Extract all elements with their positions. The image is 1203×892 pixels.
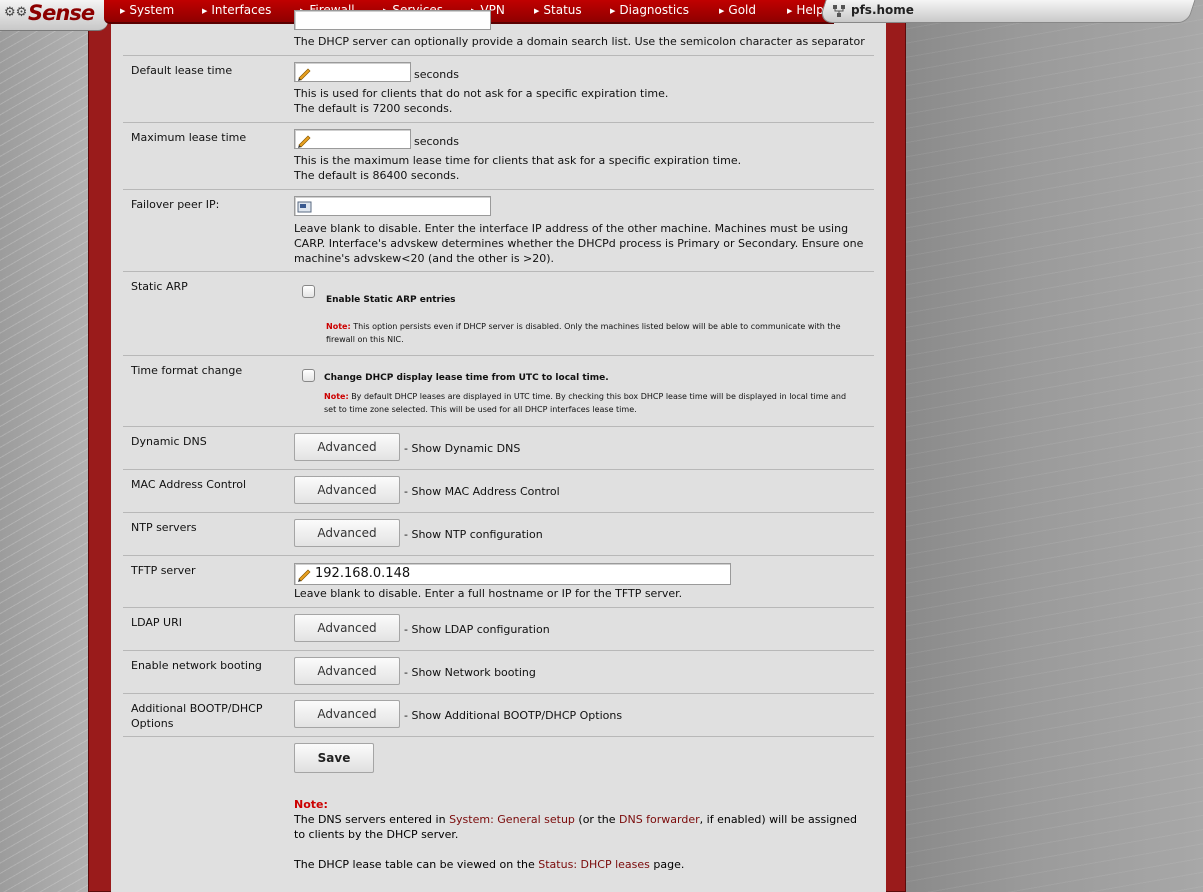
hostname: pfs.home: [851, 3, 914, 17]
bootp-row: Additional BOOTP/DHCP Options Advanced -…: [123, 694, 874, 737]
mac-control-advanced-button[interactable]: Advanced: [294, 476, 400, 504]
menu-status[interactable]: ▶ Status: [534, 3, 582, 17]
max-lease-unit: seconds: [414, 135, 459, 148]
max-lease-help2: The default is 86400 seconds.: [294, 169, 460, 182]
max-lease-help1: This is the maximum lease time for clien…: [294, 154, 742, 167]
logo-icon: ⚙⚙: [4, 5, 28, 20]
dns-forwarder-link[interactable]: DNS forwarder: [619, 813, 700, 826]
dynamic-dns-desc: - Show Dynamic DNS: [404, 442, 521, 455]
caret-right-icon: ▶: [719, 7, 725, 15]
mac-control-label: MAC Address Control: [131, 478, 247, 491]
static-arp-note-text2: firewall on this NIC.: [326, 335, 404, 344]
pencil-icon: [298, 135, 311, 148]
default-lease-row: Default lease time seconds This is used …: [123, 56, 874, 123]
footer-note-prefix: Note:: [294, 798, 328, 811]
default-lease-input[interactable]: [294, 62, 411, 82]
menu-interfaces[interactable]: ▶ Interfaces: [202, 3, 271, 17]
dhcp-leases-link[interactable]: Status: DHCP leases: [538, 858, 650, 871]
dynamic-dns-label: Dynamic DNS: [131, 435, 207, 448]
domain-search-help: The DHCP server can optionally provide a…: [294, 35, 865, 48]
background-right: [906, 0, 1203, 892]
time-format-note-text2: set to time zone selected. This will be …: [324, 405, 637, 414]
failover-help3: machine's advskew<20 (and the other is >…: [294, 252, 555, 265]
dynamic-dns-advanced-button[interactable]: Advanced: [294, 433, 400, 461]
tftp-input[interactable]: 192.168.0.148: [294, 563, 731, 585]
caret-right-icon: ▶: [787, 7, 793, 15]
mac-control-row: MAC Address Control Advanced - Show MAC …: [123, 470, 874, 513]
default-lease-help1: This is used for clients that do not ask…: [294, 87, 669, 100]
pencil-icon: [298, 569, 311, 582]
time-format-checkbox[interactable]: [302, 369, 315, 382]
static-arp-note: Note: This option persists even if DHCP …: [326, 320, 866, 346]
pencil-icon: [298, 68, 311, 81]
time-format-note-text1: By default DHCP leases are displayed in …: [351, 392, 847, 401]
tftp-label: TFTP server: [131, 564, 196, 577]
logo[interactable]: ⚙⚙ Sense: [0, 0, 108, 31]
footer-dns-note: The DNS servers entered in System: Gener…: [294, 813, 858, 826]
time-format-row: Time format change Change DHCP display l…: [123, 356, 874, 427]
netboot-advanced-button[interactable]: Advanced: [294, 657, 400, 685]
caret-right-icon: ▶: [534, 7, 540, 15]
network-card-icon: [297, 201, 312, 213]
tftp-value: 192.168.0.148: [315, 566, 411, 581]
menu-system[interactable]: ▶ System: [120, 3, 174, 17]
bootp-label: Additional BOOTP/DHCP Options: [131, 702, 263, 730]
netboot-desc: - Show Network booting: [404, 666, 536, 679]
domain-search-input[interactable]: [294, 10, 491, 30]
max-lease-row: Maximum lease time seconds This is the m…: [123, 123, 874, 190]
failover-label: Failover peer IP:: [131, 198, 220, 211]
ntp-row: NTP servers Advanced - Show NTP configur…: [123, 513, 874, 556]
menu-diagnostics[interactable]: ▶ Diagnostics: [610, 3, 689, 17]
static-arp-label: Static ARP: [131, 280, 188, 293]
max-lease-label: Maximum lease time: [131, 131, 247, 144]
static-arp-row: Static ARP Enable Static ARP entries Not…: [123, 272, 874, 356]
caret-right-icon: ▶: [120, 7, 126, 15]
dynamic-dns-row: Dynamic DNS Advanced - Show Dynamic DNS: [123, 427, 874, 470]
footer-dns-note-line2: to clients by the DHCP server.: [294, 828, 459, 841]
default-lease-help2: The default is 7200 seconds.: [294, 102, 453, 115]
static-arp-checkbox-label: Enable Static ARP entries: [326, 295, 456, 305]
save-button[interactable]: Save: [294, 743, 374, 773]
failover-input[interactable]: [294, 196, 491, 216]
logo-text: Sense: [28, 1, 95, 25]
mac-control-desc: - Show MAC Address Control: [404, 485, 560, 498]
time-format-note: Note: By default DHCP leases are display…: [324, 390, 869, 416]
footer-note-label: Note:: [294, 797, 869, 812]
ldap-advanced-button[interactable]: Advanced: [294, 614, 400, 642]
domain-search-row: The DHCP server can optionally provide a…: [123, 10, 874, 56]
ldap-desc: - Show LDAP configuration: [404, 623, 550, 636]
menu-gold[interactable]: ▶ Gold: [719, 3, 756, 17]
ldap-row: LDAP URI Advanced - Show LDAP configurat…: [123, 608, 874, 651]
tftp-row: TFTP server 192.168.0.148 Leave blank to…: [123, 556, 874, 608]
ntp-advanced-button[interactable]: Advanced: [294, 519, 400, 547]
default-lease-unit: seconds: [414, 68, 459, 81]
general-setup-link[interactable]: System: General setup: [449, 813, 575, 826]
failover-help1: Leave blank to disable. Enter the interf…: [294, 222, 849, 235]
network-icon: [833, 5, 845, 17]
time-format-checkbox-label: Change DHCP display lease time from UTC …: [324, 373, 609, 383]
bootp-advanced-button[interactable]: Advanced: [294, 700, 400, 728]
bootp-desc: - Show Additional BOOTP/DHCP Options: [404, 709, 623, 722]
caret-right-icon: ▶: [610, 7, 616, 15]
ntp-label: NTP servers: [131, 521, 197, 534]
time-format-note-prefix: Note:: [324, 392, 349, 401]
netboot-row: Enable network booting Advanced - Show N…: [123, 651, 874, 694]
tftp-help: Leave blank to disable. Enter a full hos…: [294, 587, 683, 600]
footer-lease-note: The DHCP lease table can be viewed on th…: [294, 858, 685, 871]
background-left: [0, 0, 92, 892]
default-lease-label: Default lease time: [131, 64, 233, 77]
menu-help[interactable]: ▶ Help: [787, 3, 824, 17]
static-arp-note-text1: This option persists even if DHCP server…: [353, 322, 841, 331]
failover-row: Failover peer IP: Leave blank to disable…: [123, 190, 874, 272]
caret-right-icon: ▶: [202, 7, 208, 15]
max-lease-input[interactable]: [294, 129, 411, 149]
failover-help2: CARP. Interface's advskew determines whe…: [294, 237, 864, 250]
ldap-label: LDAP URI: [131, 616, 182, 629]
time-format-label: Time format change: [131, 364, 243, 377]
static-arp-note-prefix: Note:: [326, 322, 351, 331]
netboot-label: Enable network booting: [131, 659, 262, 672]
ntp-desc: - Show NTP configuration: [404, 528, 543, 541]
static-arp-checkbox[interactable]: [302, 285, 315, 298]
